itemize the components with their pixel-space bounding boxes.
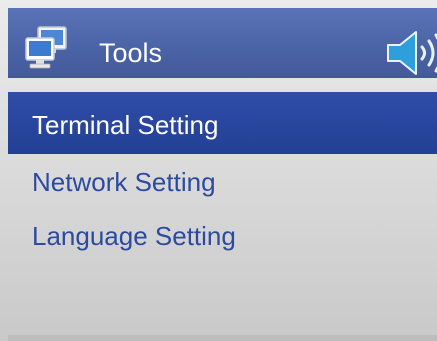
device-screen: Tools Terminal Setting Network Setting L…	[0, 0, 437, 341]
menu-item-terminal-setting[interactable]: Terminal Setting	[8, 92, 437, 154]
menu-item-language-setting[interactable]: Language Setting	[8, 214, 437, 274]
menu-item-label: Network Setting	[32, 167, 216, 197]
bottom-edge	[8, 335, 437, 341]
settings-menu: Terminal Setting Network Setting Languag…	[8, 92, 437, 274]
title-bar: Tools	[8, 8, 437, 78]
page-title: Tools	[99, 38, 163, 68]
speaker-volume-icon[interactable]	[386, 30, 437, 76]
menu-item-label: Language Setting	[32, 221, 236, 251]
menu-item-network-setting[interactable]: Network Setting	[8, 154, 437, 214]
computer-network-icon	[25, 26, 67, 69]
menu-item-label: Terminal Setting	[32, 110, 219, 140]
